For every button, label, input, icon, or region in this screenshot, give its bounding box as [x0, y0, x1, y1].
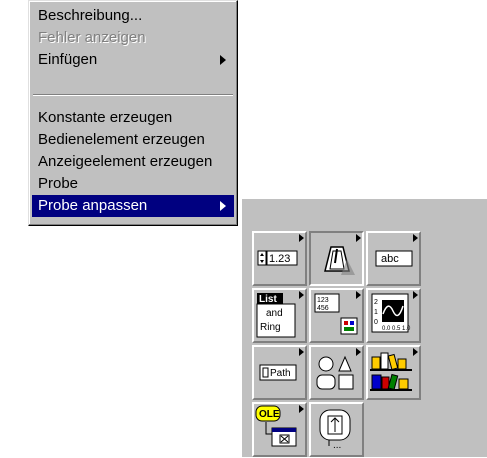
menu-item-anzeigeelement-erzeugen[interactable]: Anzeigeelement erzeugen: [32, 151, 234, 173]
ole-label: OLE: [259, 409, 280, 420]
palette-string[interactable]: abc: [366, 231, 421, 286]
list-ring-icon: List and Ring: [256, 293, 296, 338]
menu-item-label: Konstante erzeugen: [38, 109, 173, 126]
palette-decorations[interactable]: [309, 345, 364, 400]
context-menu: Beschreibung... Fehler anzeigen Einfügen…: [28, 0, 238, 226]
menu-item-label: Einfügen: [38, 51, 98, 68]
menu-separator: [33, 94, 233, 96]
menu-item-label: Beschreibung...: [38, 7, 143, 24]
svg-text:1: 1: [374, 309, 378, 316]
palette-numeric[interactable]: 1.23: [252, 231, 307, 286]
palette-path[interactable]: Path: [252, 345, 307, 400]
string-icon: abc: [375, 250, 413, 267]
svg-text:0: 0: [374, 319, 378, 326]
palette-activex[interactable]: OLE: [252, 402, 307, 457]
activex-icon: OLE: [255, 405, 297, 447]
menu-item-probe[interactable]: Probe: [32, 173, 234, 195]
menu-item-label: Bedienelement erzeugen: [38, 131, 205, 148]
svg-text:123: 123: [317, 297, 329, 304]
controls-palette: 1.23 abc List and Ring 123 456 2 1 0 0.0…: [241, 198, 487, 457]
menu-item-label: Probe anpassen: [38, 197, 148, 214]
menu-item-bedienelement-erzeugen[interactable]: Bedienelement erzeugen: [32, 129, 234, 151]
svg-text:456: 456: [317, 305, 329, 312]
palette-graph[interactable]: 2 1 0 0.0 0.5 1.0: [366, 288, 421, 343]
palette-refnum[interactable]: ...: [309, 402, 364, 457]
menu-item-probe-anpassen[interactable]: Probe anpassen: [32, 195, 234, 217]
and-label: and: [266, 308, 283, 319]
menu-item-label: Probe: [38, 175, 79, 192]
svg-text:0.0 0.5 1.0: 0.0 0.5 1.0: [382, 326, 411, 332]
path-icon: Path: [259, 364, 297, 381]
menu-item-label: Fehler anzeigen: [38, 29, 146, 46]
palette-controls-library[interactable]: [366, 345, 421, 400]
graph-icon: 2 1 0 0.0 0.5 1.0: [371, 293, 411, 333]
submenu-arrow-icon: [220, 201, 226, 211]
list-label: List: [259, 294, 277, 305]
decorations-icon: [316, 355, 354, 390]
numeric-icon: 1.23: [257, 250, 298, 266]
palette-boolean[interactable]: [309, 231, 364, 286]
path-label: Path: [270, 368, 291, 379]
palette-list-ring[interactable]: List and Ring: [252, 288, 307, 343]
menu-item-fehler-anzeigen: Fehler anzeigen: [32, 27, 234, 49]
menu-item-einfuegen[interactable]: Einfügen: [32, 49, 234, 71]
palette-grid: 1.23 abc List and Ring 123 456 2 1 0 0.0…: [252, 231, 424, 458]
array-cluster-icon: 123 456: [314, 293, 358, 335]
ring-label: Ring: [260, 322, 281, 333]
palette-array-cluster[interactable]: 123 456: [309, 288, 364, 343]
string-label: abc: [381, 253, 399, 265]
svg-text:...: ...: [333, 440, 341, 451]
library-icon: [370, 352, 412, 391]
menu-item-label: Anzeigeelement erzeugen: [38, 153, 213, 170]
boolean-switch-icon: [324, 246, 355, 275]
numeric-label: 1.23: [269, 253, 290, 265]
menu-item-konstante-erzeugen[interactable]: Konstante erzeugen: [32, 107, 234, 129]
refnum-icon: ...: [319, 409, 351, 451]
svg-text:2: 2: [374, 299, 378, 306]
menu-item-beschreibung[interactable]: Beschreibung...: [32, 5, 234, 27]
submenu-arrow-icon: [220, 55, 226, 65]
